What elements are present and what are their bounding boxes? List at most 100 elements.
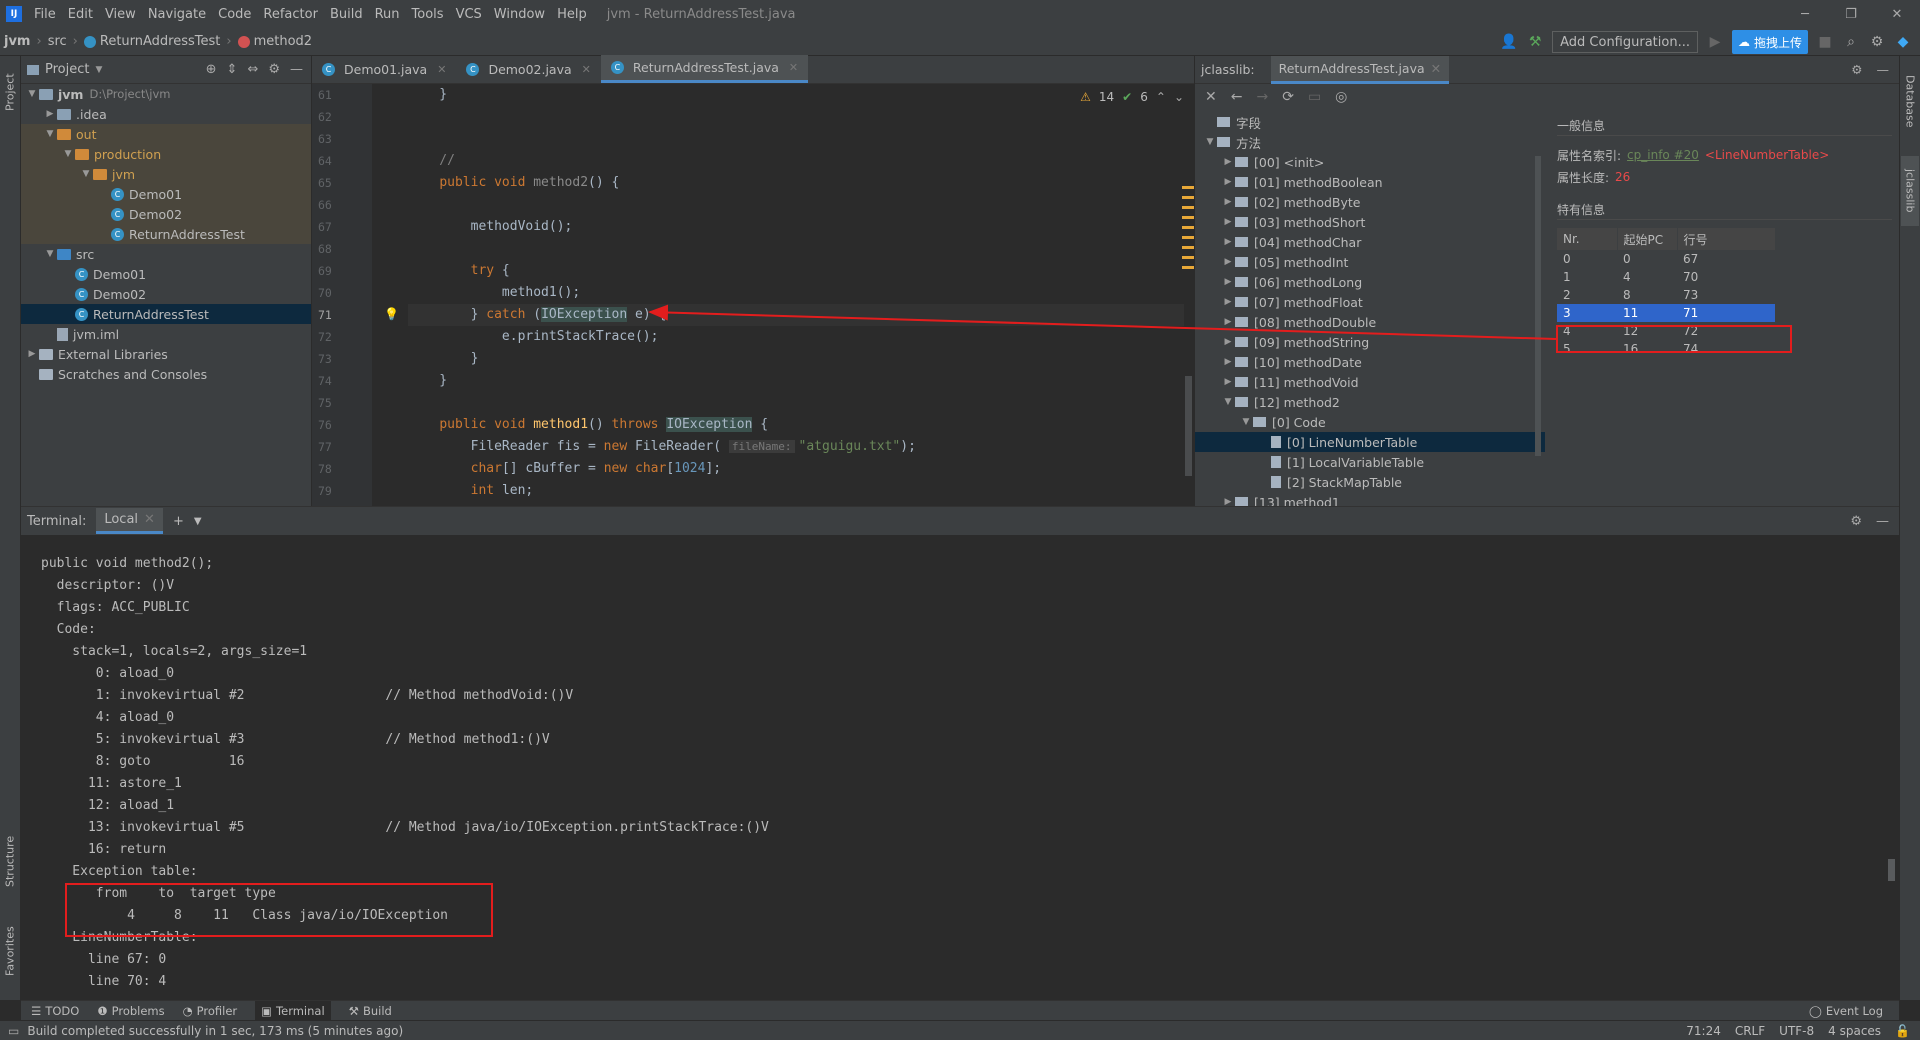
- editor-scrollbar[interactable]: [1185, 376, 1192, 476]
- profiler-tab[interactable]: ◔ Profiler: [183, 1004, 238, 1018]
- locate-icon[interactable]: ⊕: [206, 62, 217, 77]
- project-tool-tab[interactable]: Project: [1, 62, 19, 122]
- jclasslib-tree-item[interactable]: ▶ [13] method1: [1195, 492, 1545, 506]
- expand-arrow-icon[interactable]: ▼: [1239, 417, 1253, 427]
- editor-tab[interactable]: C Demo02.java ✕: [456, 55, 600, 83]
- jclasslib-tree-item[interactable]: ▼ 方法: [1195, 132, 1545, 152]
- terminal-tab[interactable]: ▣ Terminal: [255, 1000, 331, 1021]
- expand-arrow-icon[interactable]: ▼: [43, 249, 57, 259]
- expand-arrow-icon[interactable]: ▶: [1221, 377, 1235, 387]
- project-tree-item[interactable]: ▶ External Libraries: [21, 344, 311, 364]
- table-row[interactable]: 2 8 73: [1557, 286, 1892, 304]
- project-tree-item[interactable]: C Demo01: [21, 264, 311, 284]
- intention-bulb-icon[interactable]: 💡: [384, 307, 399, 321]
- terminal-local-tab[interactable]: Local ✕: [96, 508, 163, 534]
- jclasslib-tree-scrollbar[interactable]: [1535, 156, 1541, 456]
- jclasslib-tree-item[interactable]: ▶ [11] methodVoid: [1195, 372, 1545, 392]
- hide-icon[interactable]: —: [1876, 514, 1889, 529]
- inspection-widget[interactable]: ⚠ 14 ✔ 6 ⌃ ⌄: [1080, 90, 1184, 104]
- table-row[interactable]: 1 4 70: [1557, 268, 1892, 286]
- menu-item-run[interactable]: Run: [369, 7, 406, 22]
- menu-item-help[interactable]: Help: [551, 7, 593, 22]
- line-separator[interactable]: CRLF: [1735, 1024, 1765, 1038]
- problems-tab[interactable]: ❶ Problems: [97, 1004, 164, 1018]
- favorites-tool-tab[interactable]: Favorites: [1, 916, 19, 986]
- menu-item-navigate[interactable]: Navigate: [142, 7, 212, 22]
- warning-marker[interactable]: [1182, 256, 1194, 259]
- restore-icon[interactable]: ❐: [1828, 0, 1874, 28]
- expand-arrow-icon[interactable]: ▶: [1221, 297, 1235, 307]
- menu-item-edit[interactable]: Edit: [62, 7, 99, 22]
- expand-all-icon[interactable]: ⇕: [227, 62, 238, 77]
- lock-icon[interactable]: 🔓: [1895, 1024, 1910, 1038]
- expand-arrow-icon[interactable]: ▶: [1221, 217, 1235, 227]
- jclasslib-tool-tab[interactable]: jclasslib: [1901, 156, 1919, 226]
- expand-arrow-icon[interactable]: ▼: [43, 129, 57, 139]
- project-tree-item[interactable]: ▶ .idea: [21, 104, 311, 124]
- jclasslib-tree-item[interactable]: [1] LocalVariableTable: [1195, 452, 1545, 472]
- close-tab-icon[interactable]: ✕: [144, 512, 155, 527]
- jclasslib-tree-item[interactable]: ▶ [03] methodShort: [1195, 212, 1545, 232]
- project-tree-item[interactable]: C Demo02: [21, 204, 311, 224]
- expand-arrow-icon[interactable]: ▶: [43, 109, 57, 119]
- expand-arrow-icon[interactable]: ▼: [1203, 137, 1217, 147]
- column-header-start-pc[interactable]: 起始PC: [1617, 228, 1678, 250]
- run-icon[interactable]: ▶: [1706, 34, 1724, 50]
- project-tree-item[interactable]: ▼ jvm: [21, 164, 311, 184]
- jclasslib-file-tab[interactable]: ReturnAddressTest.java ✕: [1270, 55, 1450, 84]
- jclasslib-tree-item[interactable]: ▶ [01] methodBoolean: [1195, 172, 1545, 192]
- jclasslib-tree-item[interactable]: ▼ [0] Code: [1195, 412, 1545, 432]
- chevron-down-icon[interactable]: ▼: [95, 65, 102, 75]
- hide-icon[interactable]: —: [1877, 62, 1890, 77]
- settings-gear-icon[interactable]: ⚙: [1868, 34, 1886, 50]
- jclasslib-tree-item[interactable]: [0] LineNumberTable: [1195, 432, 1545, 452]
- todo-tab[interactable]: ☰ TODO: [31, 1004, 79, 1018]
- editor-tab[interactable]: C Demo01.java ✕: [312, 55, 456, 83]
- jclasslib-tree-item[interactable]: ▼ [12] method2: [1195, 392, 1545, 412]
- warning-marker[interactable]: [1182, 186, 1194, 189]
- forward-arrow-icon[interactable]: →: [1256, 89, 1268, 105]
- back-arrow-icon[interactable]: ←: [1231, 89, 1243, 105]
- expand-arrow-icon[interactable]: ▶: [1221, 197, 1235, 207]
- chevron-up-icon[interactable]: ⌃: [1156, 90, 1166, 104]
- breadcrumb-src[interactable]: src: [44, 34, 71, 49]
- indent-setting[interactable]: 4 spaces: [1828, 1024, 1881, 1038]
- database-tool-tab[interactable]: Database: [1901, 66, 1919, 136]
- jclasslib-tree-item[interactable]: ▶ [10] methodDate: [1195, 352, 1545, 372]
- terminal-scrollbar[interactable]: [1888, 859, 1895, 881]
- expand-arrow-icon[interactable]: ▶: [1221, 277, 1235, 287]
- project-tree-item[interactable]: ▼ src: [21, 244, 311, 264]
- stop-icon[interactable]: ■: [1816, 34, 1834, 50]
- jclasslib-tree-item[interactable]: ▶ [07] methodFloat: [1195, 292, 1545, 312]
- table-row[interactable]: 4 12 72: [1557, 322, 1892, 340]
- expand-arrow-icon[interactable]: ▶: [1221, 337, 1235, 347]
- caret-position[interactable]: 71:24: [1686, 1024, 1721, 1038]
- expand-arrow-icon[interactable]: ▼: [1221, 397, 1235, 407]
- breadcrumb-method[interactable]: method2: [234, 34, 316, 49]
- jclasslib-tree-item[interactable]: [2] StackMapTable: [1195, 472, 1545, 492]
- close-tab-icon[interactable]: ✕: [1431, 61, 1441, 76]
- project-tree-item[interactable]: jvm.iml: [21, 324, 311, 344]
- project-tree-item[interactable]: Scratches and Consoles: [21, 364, 311, 384]
- jclasslib-tree-item[interactable]: ▶ [06] methodLong: [1195, 272, 1545, 292]
- event-log-tab[interactable]: ◯ Event Log: [1809, 1004, 1899, 1018]
- search-icon[interactable]: ⌕: [1842, 34, 1860, 50]
- add-configuration-button[interactable]: Add Configuration...: [1552, 31, 1698, 53]
- status-layout-icon[interactable]: ▭: [8, 1024, 19, 1038]
- close-icon[interactable]: ✕: [1205, 89, 1217, 105]
- expand-arrow-icon[interactable]: ▼: [25, 89, 39, 99]
- breadcrumb-class[interactable]: ReturnAddressTest: [80, 34, 225, 49]
- expand-arrow-icon[interactable]: ▶: [25, 349, 39, 359]
- chevron-down-icon[interactable]: ▼: [194, 516, 202, 527]
- warning-marker[interactable]: [1182, 266, 1194, 269]
- menu-item-refactor[interactable]: Refactor: [257, 7, 324, 22]
- project-tree-item[interactable]: C Demo01: [21, 184, 311, 204]
- project-tree-item[interactable]: C ReturnAddressTest: [21, 304, 311, 324]
- expand-arrow-icon[interactable]: ▶: [1221, 157, 1235, 167]
- jclasslib-tree-item[interactable]: ▶ [04] methodChar: [1195, 232, 1545, 252]
- menu-item-window[interactable]: Window: [488, 7, 551, 22]
- collapse-all-icon[interactable]: ⇔: [247, 62, 258, 77]
- structure-tool-tab[interactable]: Structure: [1, 826, 19, 896]
- breadcrumb-project[interactable]: jvm: [0, 34, 34, 49]
- chevron-down-icon[interactable]: ⌄: [1174, 90, 1184, 104]
